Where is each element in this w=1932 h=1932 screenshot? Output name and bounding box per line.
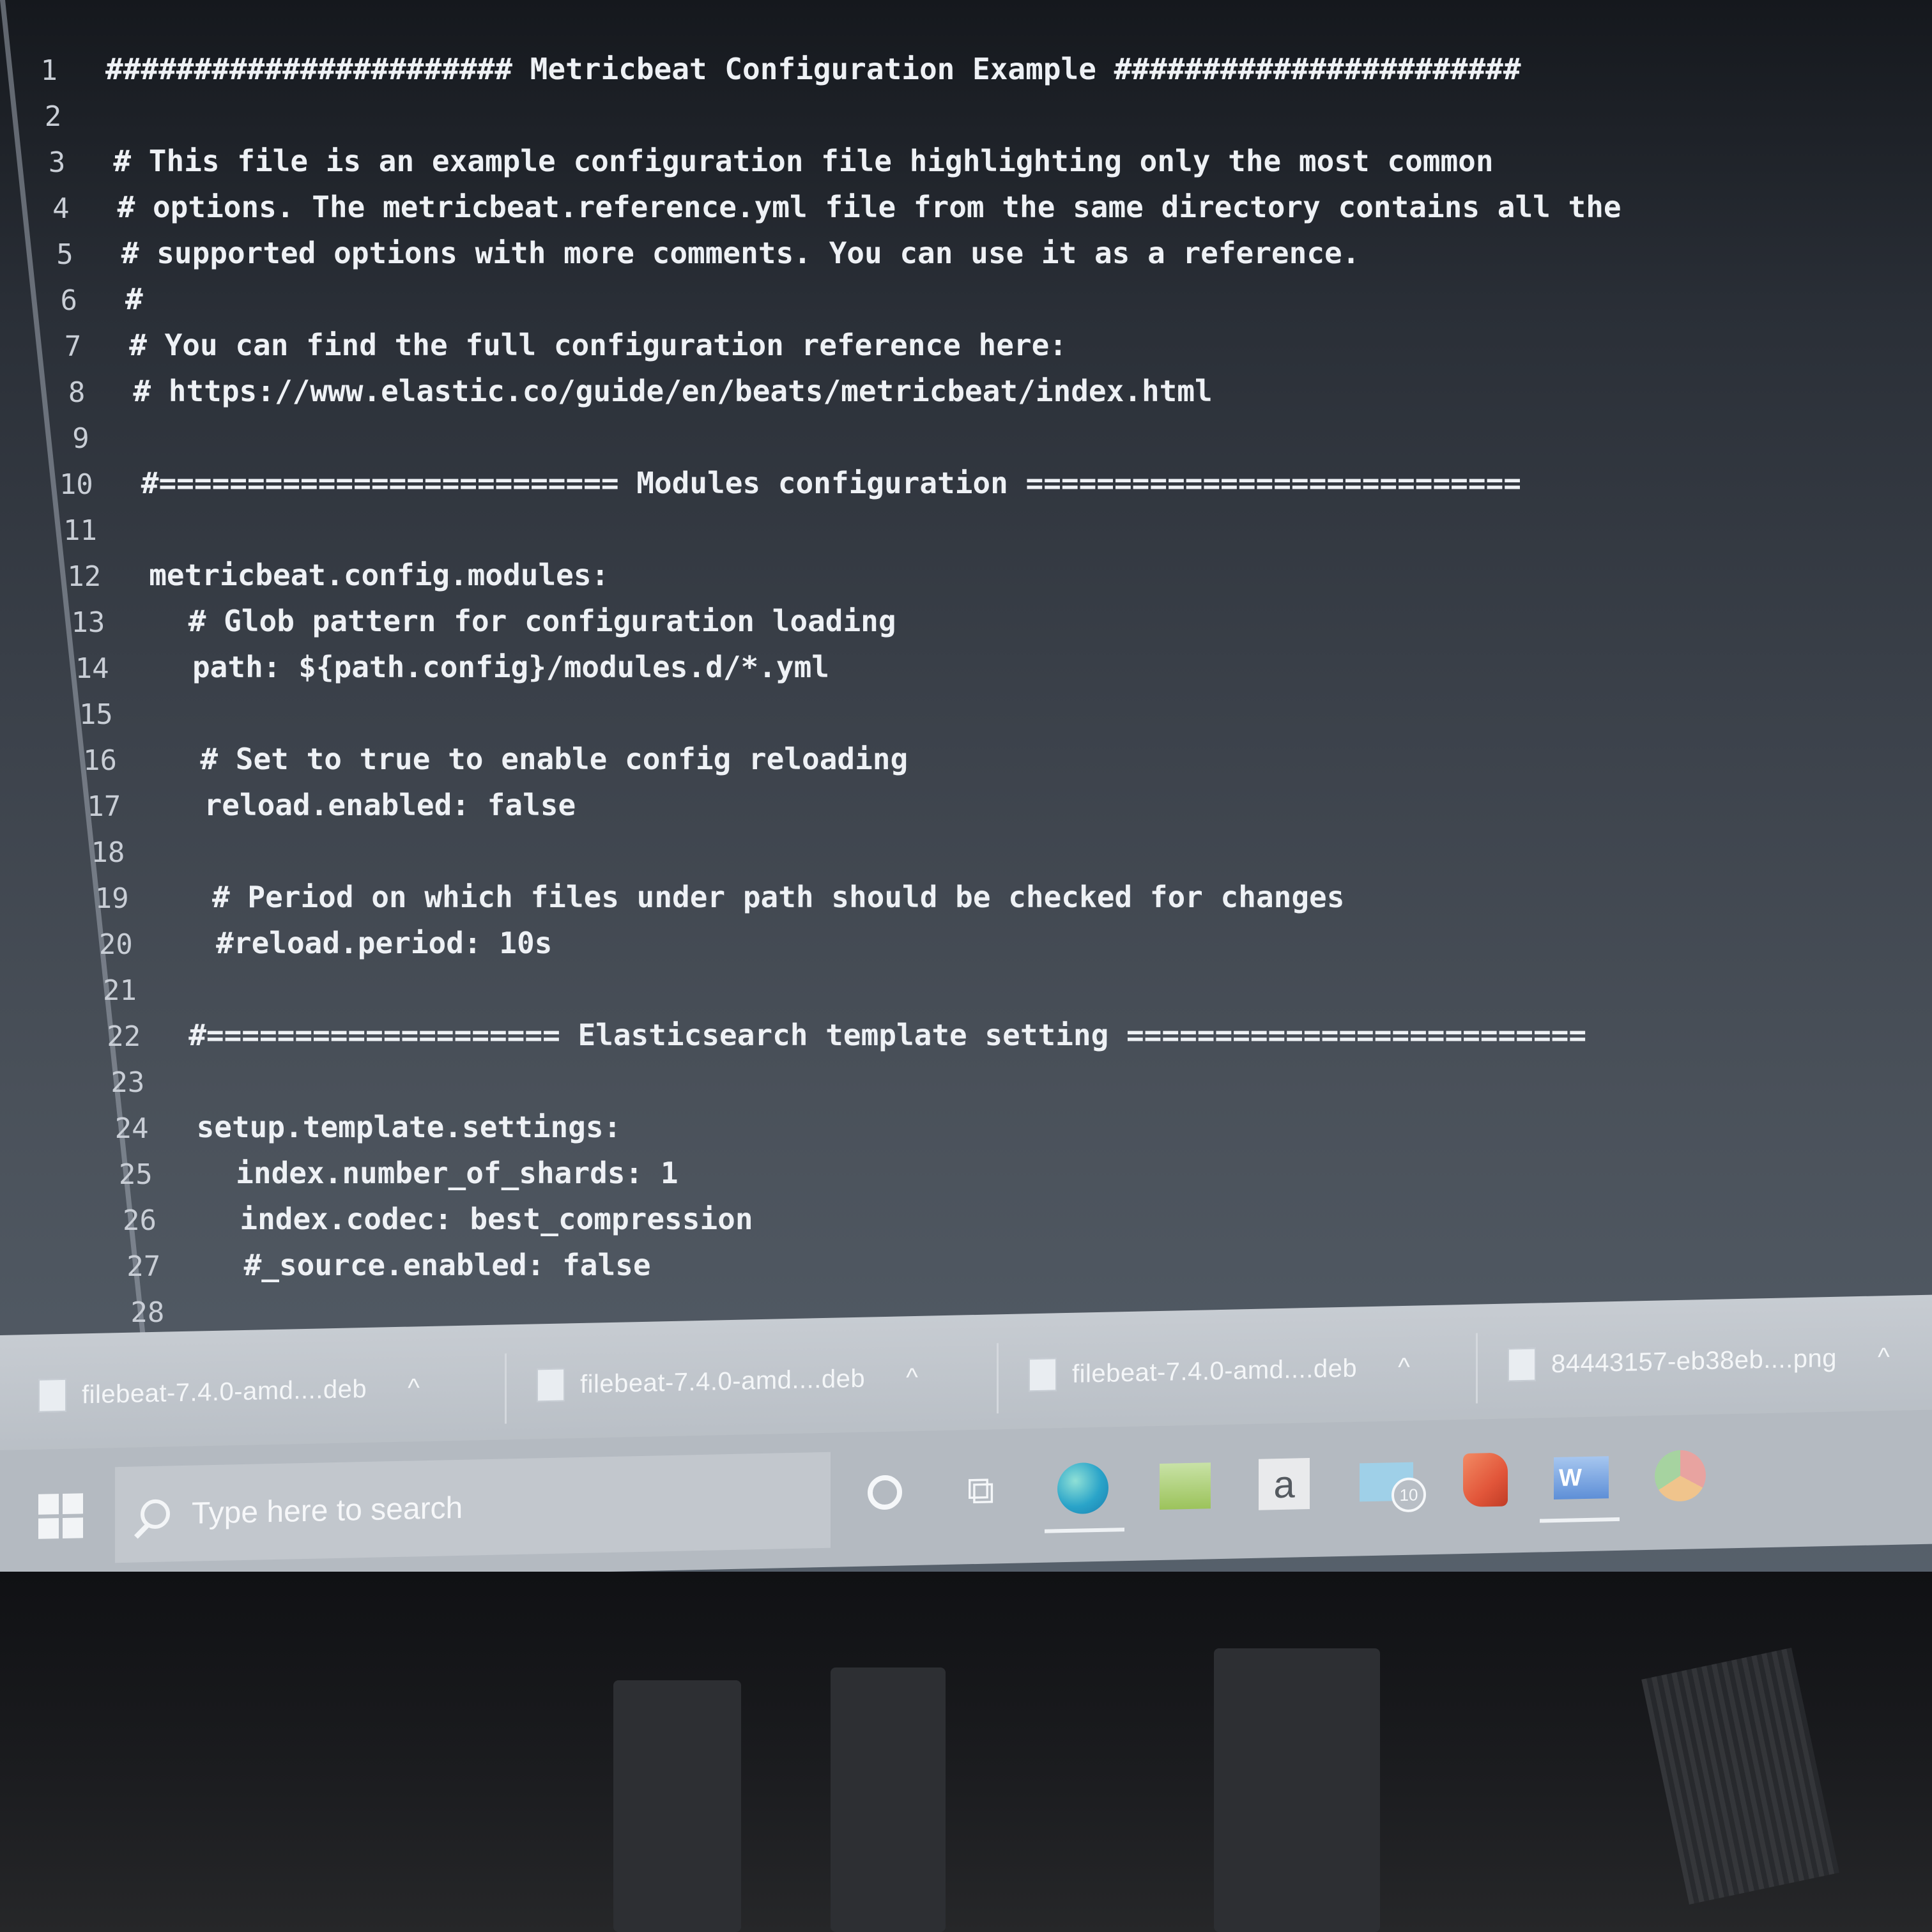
file-explorer-icon[interactable] [1150, 1450, 1220, 1522]
line-number: 27 [126, 1250, 161, 1283]
code-line[interactable]: index.number_of_shards: 1 [201, 1156, 678, 1190]
code-line[interactable]: # This file is an example configuration … [113, 144, 1493, 178]
file-icon [38, 1378, 66, 1413]
line-number: 10 [59, 468, 93, 501]
download-item[interactable]: filebeat-7.4.0-amd....deb ^ [537, 1361, 918, 1402]
code-line[interactable]: reload.enabled: false [169, 788, 576, 822]
amazon-icon[interactable]: a [1249, 1448, 1319, 1520]
line-number: 16 [83, 744, 117, 777]
line-number: 14 [75, 652, 109, 685]
line-number: 24 [114, 1112, 149, 1145]
line-number: 25 [118, 1158, 153, 1191]
code-line[interactable]: metricbeat.config.modules: [149, 558, 609, 592]
line-number: 6 [60, 284, 78, 317]
task-view-icon[interactable]: ⧉ [946, 1455, 1016, 1526]
line-number: 9 [72, 422, 89, 455]
line-number: 11 [63, 514, 97, 547]
photo-stage: 1 ####################### Metricbeat Conf… [0, 0, 1932, 1932]
line-number: 26 [123, 1204, 157, 1237]
monitor-screen: 1 ####################### Metricbeat Conf… [0, 0, 1932, 1572]
download-item[interactable]: 84443157-eb38eb....png ^ [1508, 1340, 1890, 1382]
line-number: 7 [64, 330, 82, 363]
download-filename: filebeat-7.4.0-amd....deb [580, 1364, 866, 1399]
line-number: 20 [98, 928, 133, 961]
download-filename: filebeat-7.4.0-amd....deb [82, 1374, 367, 1409]
image-icon [1508, 1347, 1536, 1382]
line-number: 13 [71, 606, 105, 639]
mail-icon[interactable]: 10 [1351, 1446, 1426, 1517]
word-letter: W [1554, 1456, 1609, 1500]
code-line[interactable]: # Glob pattern for configuration loading [153, 604, 896, 638]
amazon-letter: a [1259, 1458, 1310, 1510]
line-number: 17 [87, 790, 121, 823]
line-number: 1 [40, 54, 58, 87]
code-line[interactable]: # https://www.elastic.co/guide/en/beats/… [133, 374, 1212, 408]
desk-background [0, 1572, 1932, 1932]
code-line[interactable]: # [125, 282, 143, 316]
archive-icon [537, 1368, 565, 1402]
word-icon[interactable]: W [1546, 1442, 1616, 1514]
download-separator [1476, 1333, 1478, 1404]
code-line[interactable]: #========================== Modules conf… [141, 466, 1521, 500]
taskbar-search-box[interactable]: Type here to search [115, 1452, 831, 1563]
office-icon[interactable] [1450, 1444, 1521, 1515]
code-line[interactable]: # You can find the full configuration re… [129, 328, 1067, 362]
desk-object [1214, 1648, 1380, 1932]
download-filename: 84443157-eb38eb....png [1551, 1344, 1837, 1378]
line-number: 12 [67, 560, 102, 593]
line-number: 18 [91, 836, 125, 869]
search-placeholder: Type here to search [192, 1491, 463, 1531]
barcode-label [1641, 1647, 1839, 1905]
download-separator [505, 1353, 507, 1424]
code-line[interactable]: # supported options with more comments. … [121, 236, 1360, 270]
line-number: 3 [48, 146, 66, 179]
code-line[interactable]: # options. The metricbeat.reference.yml … [118, 190, 1621, 224]
line-number: 23 [111, 1066, 145, 1099]
chevron-up-icon[interactable]: ^ [408, 1374, 420, 1402]
chevron-up-icon[interactable]: ^ [1878, 1343, 1890, 1372]
code-line[interactable]: ####################### Metricbeat Confi… [105, 52, 1521, 86]
cortana-icon[interactable] [850, 1457, 920, 1528]
line-number: 22 [107, 1020, 141, 1053]
code-line[interactable]: #==================== Elasticsearch temp… [188, 1018, 1586, 1052]
chevron-up-icon[interactable]: ^ [906, 1363, 918, 1392]
code-line[interactable]: setup.template.settings: [197, 1110, 622, 1144]
search-icon [141, 1499, 170, 1529]
line-number: 21 [103, 974, 137, 1007]
code-line[interactable]: # Period on which files under path shoul… [177, 880, 1344, 914]
download-separator [997, 1343, 999, 1414]
edge-active-indicator [1045, 1528, 1124, 1533]
line-number: 15 [79, 698, 113, 731]
line-number: 4 [52, 192, 70, 225]
download-item[interactable]: filebeat-7.4.0-amd....deb ^ [1029, 1351, 1410, 1392]
line-number: 19 [95, 882, 129, 915]
desk-object [831, 1667, 946, 1932]
edge-icon[interactable] [1048, 1452, 1118, 1524]
code-line[interactable]: path: ${path.config}/modules.d/*.yml [157, 650, 829, 684]
line-number: 8 [68, 376, 86, 409]
line-number: 2 [44, 100, 62, 133]
line-number: 28 [130, 1296, 165, 1329]
mail-badge: 10 [1392, 1477, 1426, 1513]
windows-start-icon[interactable] [38, 1493, 83, 1539]
word-active-indicator [1540, 1517, 1620, 1523]
code-line[interactable]: #reload.period: 10s [181, 926, 552, 960]
chrome-icon[interactable] [1645, 1440, 1715, 1512]
code-line[interactable]: #_source.enabled: false [208, 1248, 651, 1282]
archive-icon [1029, 1358, 1057, 1392]
chevron-up-icon[interactable]: ^ [1398, 1353, 1410, 1381]
desk-object [613, 1680, 741, 1932]
download-filename: filebeat-7.4.0-amd....deb [1072, 1354, 1358, 1388]
code-line[interactable]: index.codec: best_compression [204, 1202, 753, 1236]
code-editor[interactable]: 1 ####################### Metricbeat Conf… [0, 0, 1932, 1380]
code-line[interactable]: # Set to true to enable config reloading [165, 742, 908, 776]
line-number: 5 [56, 238, 73, 271]
download-item[interactable]: filebeat-7.4.0-amd....deb ^ [38, 1371, 420, 1413]
